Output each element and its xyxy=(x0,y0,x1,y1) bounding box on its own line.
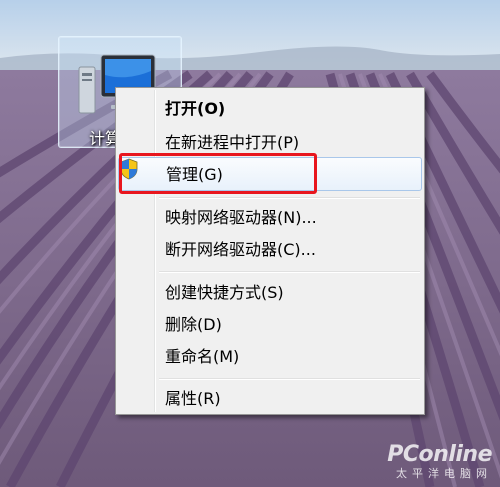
menu-separator xyxy=(159,197,420,199)
annotation-highlight-box xyxy=(119,153,317,194)
menu-item-label: 删除(D) xyxy=(165,315,222,334)
menu-item-rename[interactable]: 重命名(M) xyxy=(118,340,422,374)
menu-item-label: 重命名(M) xyxy=(165,347,240,366)
menu-item-disconnect-network-drive[interactable]: 断开网络驱动器(C)... xyxy=(118,233,422,267)
menu-item-label: 打开(O) xyxy=(165,99,226,118)
watermark-logo: PConline xyxy=(387,442,492,467)
watermark-subtitle: 太平洋电脑网 xyxy=(396,467,492,480)
menu-item-delete[interactable]: 删除(D) xyxy=(118,308,422,342)
menu-item-label: 断开网络驱动器(C)... xyxy=(165,240,316,259)
desktop-background: 计算机 打开(O) 在新进程中打开(P) 管理(G) 映射网络驱动器(N)...… xyxy=(0,0,500,487)
menu-item-open[interactable]: 打开(O) xyxy=(118,92,422,126)
menu-item-create-shortcut[interactable]: 创建快捷方式(S) xyxy=(118,276,422,310)
menu-item-label: 创建快捷方式(S) xyxy=(165,283,284,302)
watermark: PConline 太平洋电脑网 xyxy=(387,442,492,481)
menu-item-label: 映射网络驱动器(N)... xyxy=(165,208,317,227)
menu-separator xyxy=(159,378,420,380)
menu-item-map-network-drive[interactable]: 映射网络驱动器(N)... xyxy=(118,201,422,235)
context-menu: 打开(O) 在新进程中打开(P) 管理(G) 映射网络驱动器(N)... 断开网… xyxy=(115,87,425,415)
menu-item-properties[interactable]: 属性(R) xyxy=(118,382,422,416)
menu-separator xyxy=(159,271,420,273)
menu-item-label: 属性(R) xyxy=(165,389,221,408)
